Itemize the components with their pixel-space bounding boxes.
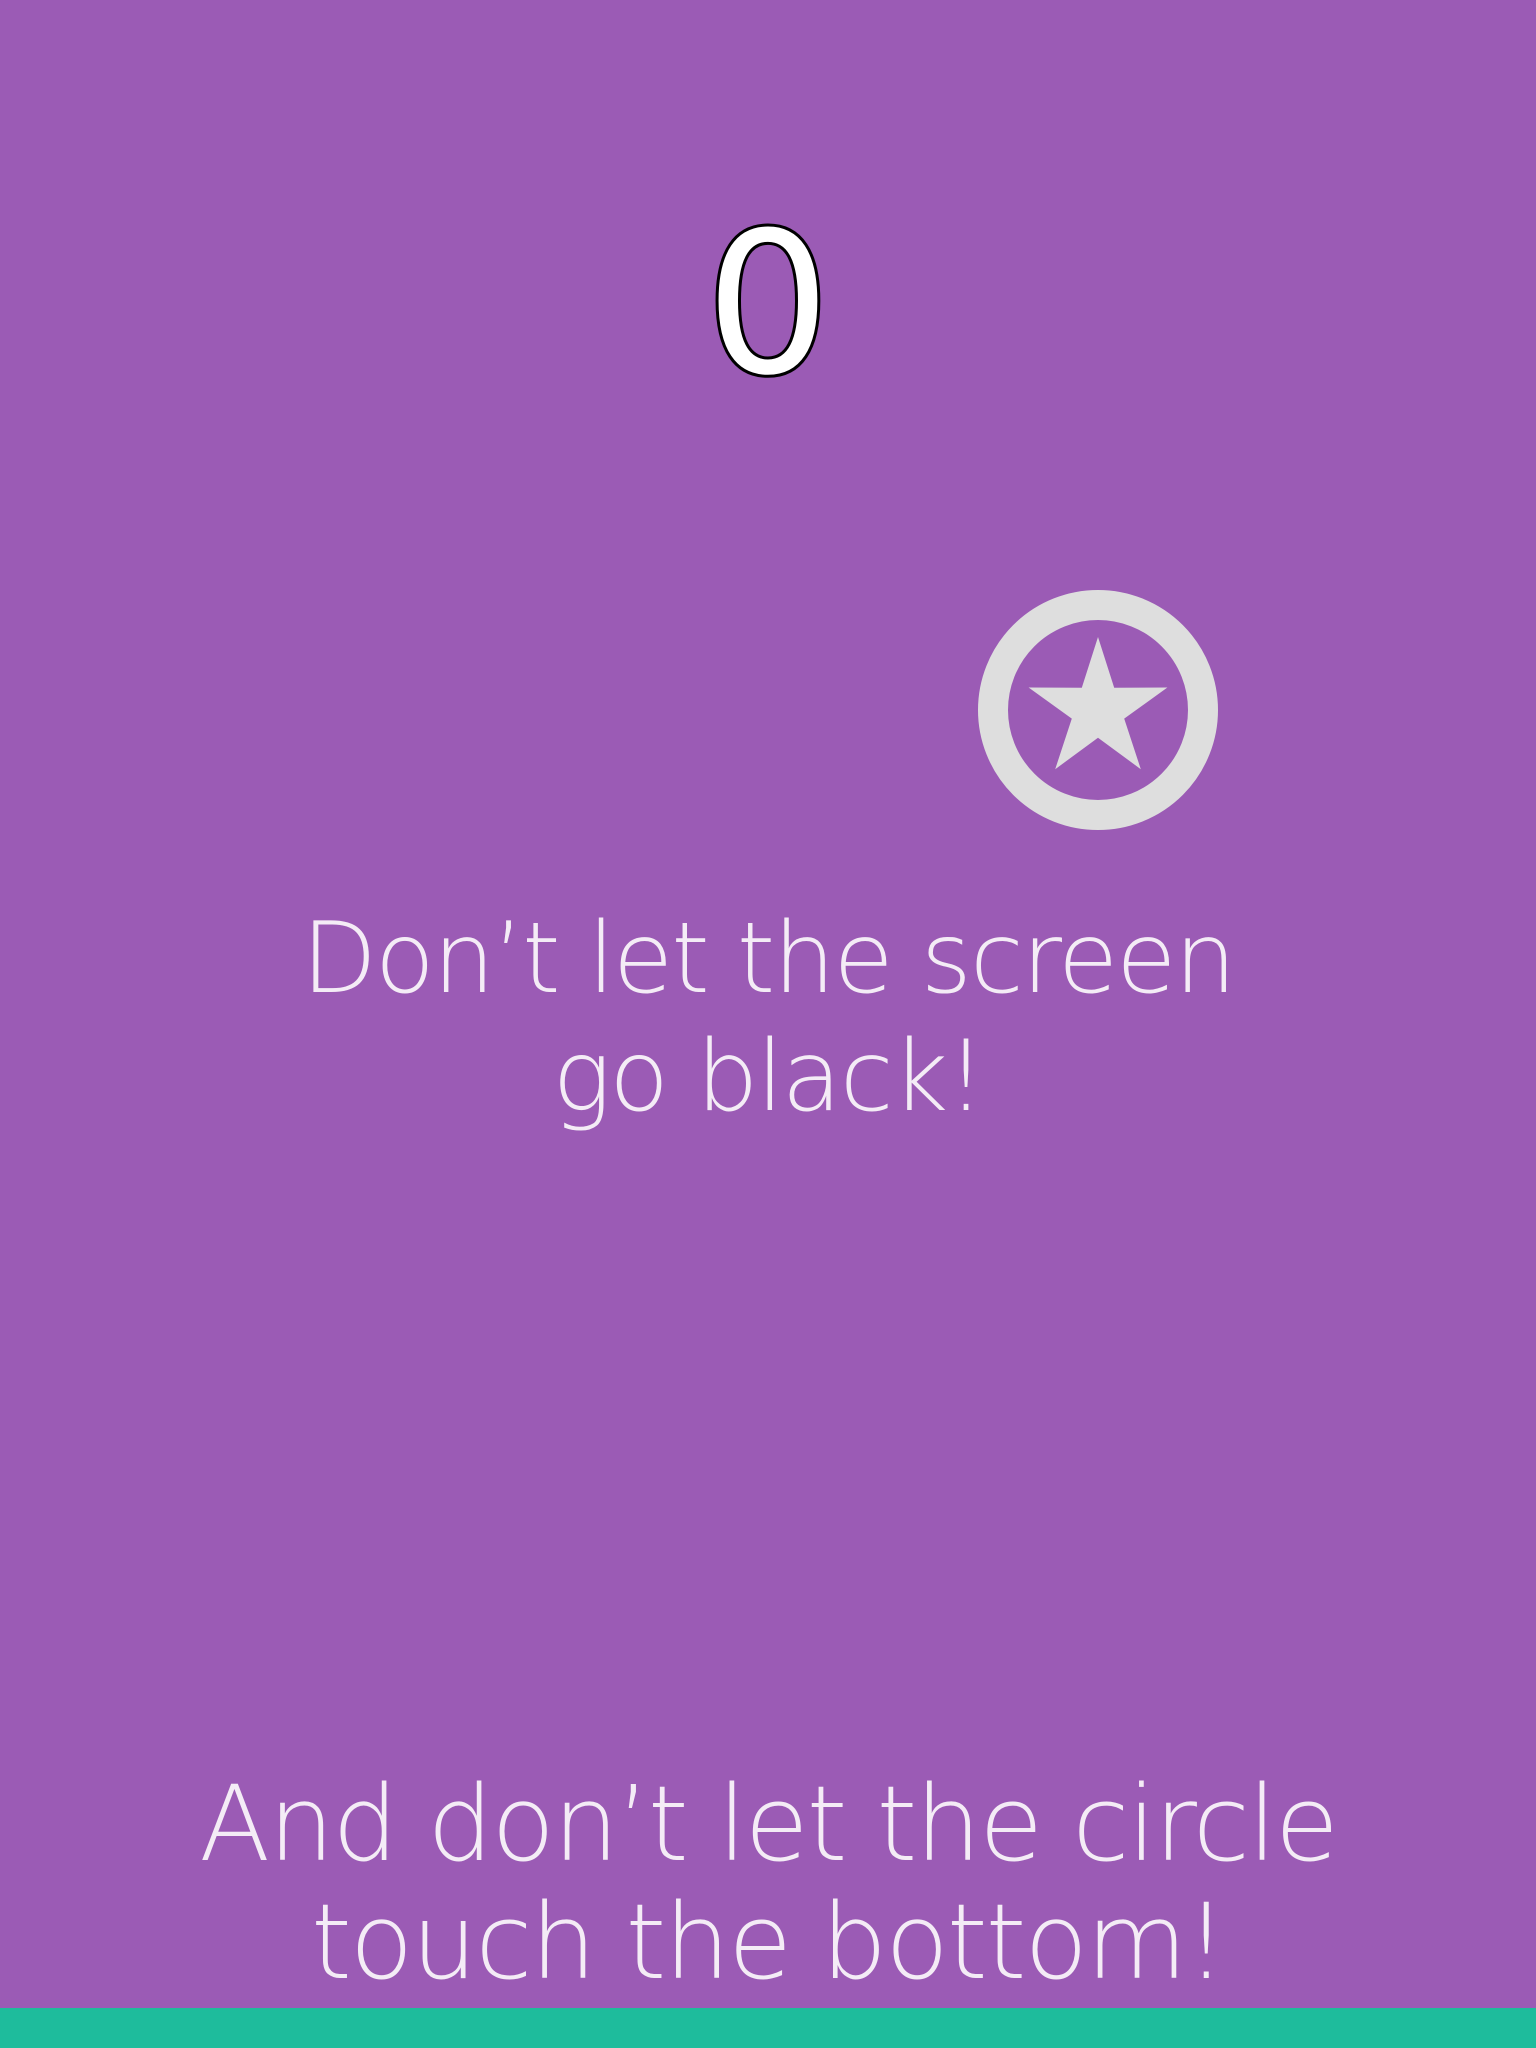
game-screen[interactable]: 0 Don’t let the screen go black! And don… [0, 0, 1536, 2048]
score-counter: 0 [703, 191, 834, 419]
ground-bar [0, 2008, 1536, 2048]
ball[interactable] [977, 589, 1219, 831]
instruction-screen-black: Don’t let the screen go black! [301, 902, 1236, 1134]
instruction-circle-bottom: And don’t let the circle touch the botto… [199, 1763, 1339, 2003]
star-circle-icon [978, 590, 1218, 830]
